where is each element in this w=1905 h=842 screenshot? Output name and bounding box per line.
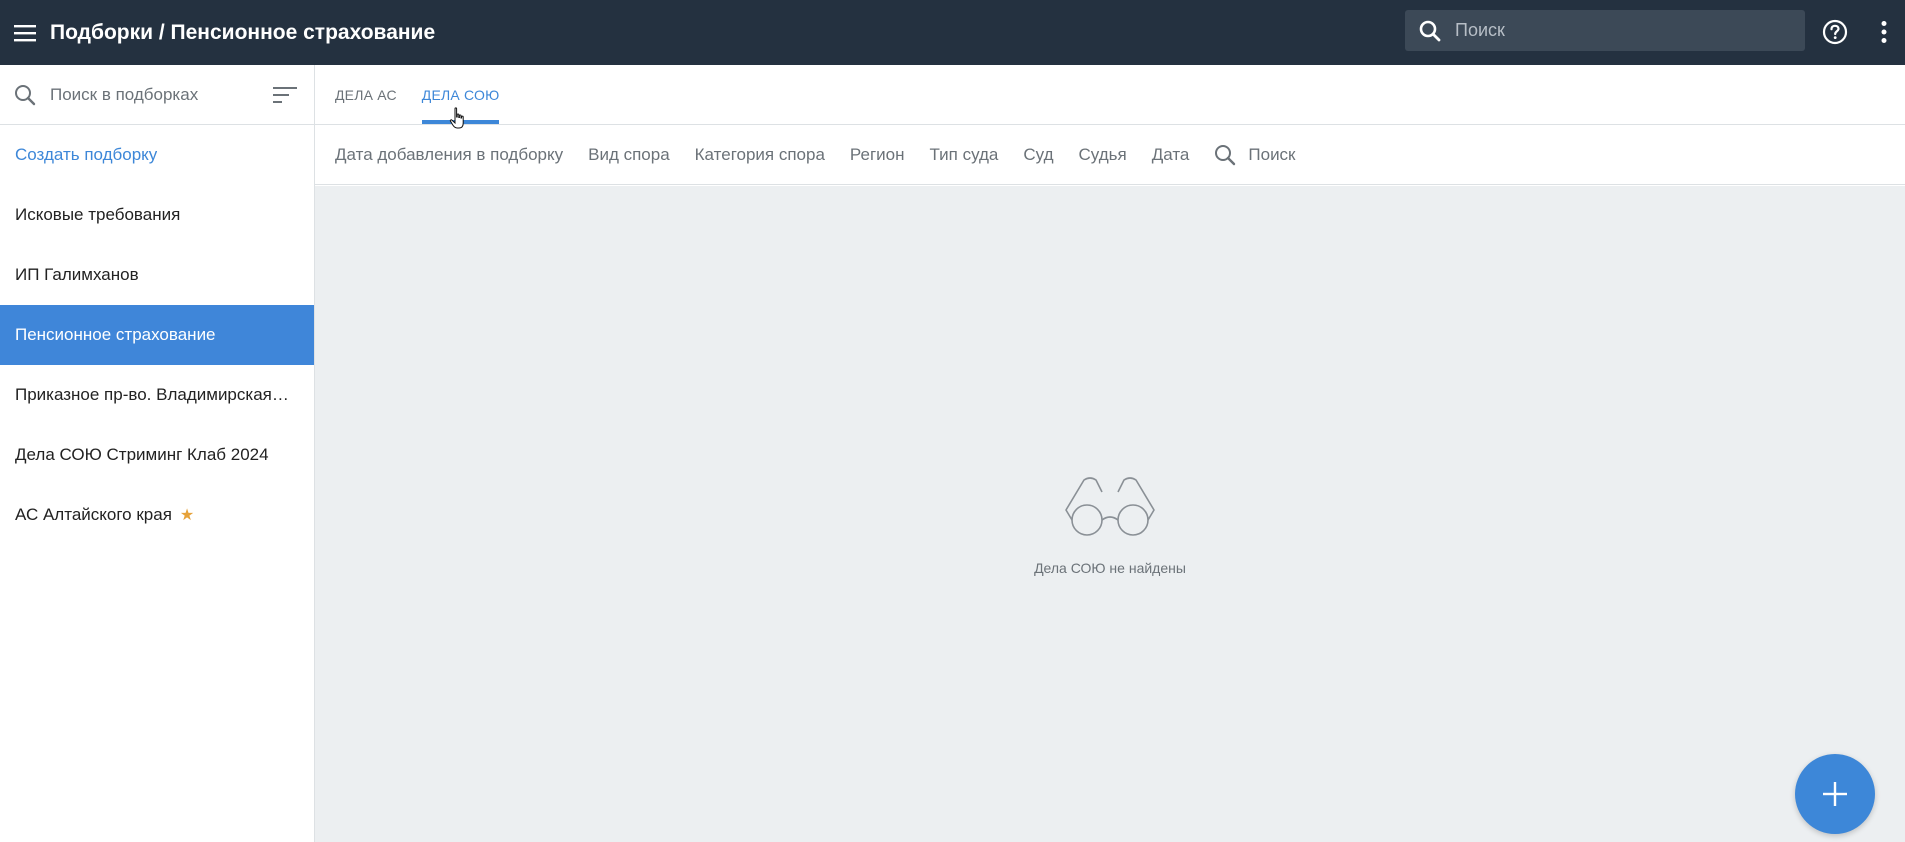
- sidebar-item-label: ИП Галимханов: [15, 265, 139, 284]
- more-options-button[interactable]: [1872, 16, 1896, 48]
- filter-date[interactable]: Дата: [1152, 145, 1190, 165]
- search-icon: [0, 84, 50, 106]
- filter-dispute-type[interactable]: Вид спора: [588, 145, 670, 165]
- menu-button[interactable]: [0, 0, 50, 65]
- glasses-icon: [1065, 477, 1155, 536]
- tab-dela-as[interactable]: Дела АС: [335, 65, 397, 124]
- empty-state: Дела СОЮ не найдены: [315, 476, 1905, 576]
- filter-bar: Дата добавления в подборку Вид спора Кат…: [315, 125, 1905, 185]
- sidebar-item[interactable]: Исковые требования: [0, 185, 314, 245]
- plus-icon: [1823, 782, 1847, 806]
- page-title: Подборки / Пенсионное страхование: [50, 20, 436, 44]
- top-app-bar: Подборки / Пенсионное страхование: [0, 0, 1905, 65]
- help-icon: [1822, 19, 1848, 45]
- sidebar-item-active[interactable]: Пенсионное страхование: [0, 305, 314, 365]
- sidebar-item-label: Исковые требования: [15, 205, 181, 224]
- create-collection-label: Создать подборку: [15, 145, 158, 164]
- tab-bar: Дела АС Дела СОЮ: [315, 65, 1905, 125]
- collections-search[interactable]: [0, 65, 314, 125]
- filter-search[interactable]: Поиск: [1214, 144, 1296, 166]
- hand-cursor-icon: [449, 107, 464, 129]
- global-search-input[interactable]: [1455, 20, 1785, 41]
- global-search[interactable]: [1405, 10, 1805, 51]
- create-collection-link[interactable]: Создать подборку: [0, 125, 314, 185]
- more-vert-icon: [1881, 21, 1887, 43]
- empty-state-message: Дела СОЮ не найдены: [1034, 560, 1186, 576]
- collections-sidebar: Создать подборку Исковые требования ИП Г…: [0, 65, 315, 842]
- sidebar-item[interactable]: Приказное пр-во. Владимирская о...: [0, 365, 314, 425]
- sort-button[interactable]: [272, 83, 298, 107]
- filter-court[interactable]: Суд: [1023, 145, 1053, 165]
- filter-region[interactable]: Регион: [850, 145, 905, 165]
- hamburger-menu-icon: [14, 24, 36, 41]
- sidebar-item-label: Дела СОЮ Стриминг Клаб 2024: [15, 445, 269, 464]
- filter-search-label: Поиск: [1248, 144, 1296, 164]
- sidebar-item-label: Приказное пр-во. Владимирская о...: [15, 385, 290, 404]
- search-icon: [1214, 144, 1236, 166]
- filter-date-added[interactable]: Дата добавления в подборку: [335, 145, 563, 165]
- add-button[interactable]: [1795, 754, 1875, 834]
- star-icon: ★: [179, 507, 195, 524]
- sidebar-item[interactable]: Дела СОЮ Стриминг Клаб 2024: [0, 425, 314, 485]
- results-area: Дела СОЮ не найдены: [315, 186, 1905, 842]
- filter-judge[interactable]: Судья: [1079, 145, 1127, 165]
- collections-search-input[interactable]: [50, 84, 260, 105]
- sidebar-item-label: АС Алтайского края: [15, 505, 172, 524]
- sidebar-item[interactable]: ИП Галимханов: [0, 245, 314, 305]
- sidebar-item-label: Пенсионное страхование: [15, 325, 216, 344]
- filter-court-type[interactable]: Тип суда: [930, 145, 999, 165]
- sort-icon: [273, 87, 297, 103]
- filter-dispute-category[interactable]: Категория спора: [695, 145, 825, 165]
- search-icon: [1405, 10, 1455, 51]
- help-button[interactable]: [1819, 16, 1851, 48]
- sidebar-item[interactable]: АС Алтайского края ★: [0, 485, 314, 545]
